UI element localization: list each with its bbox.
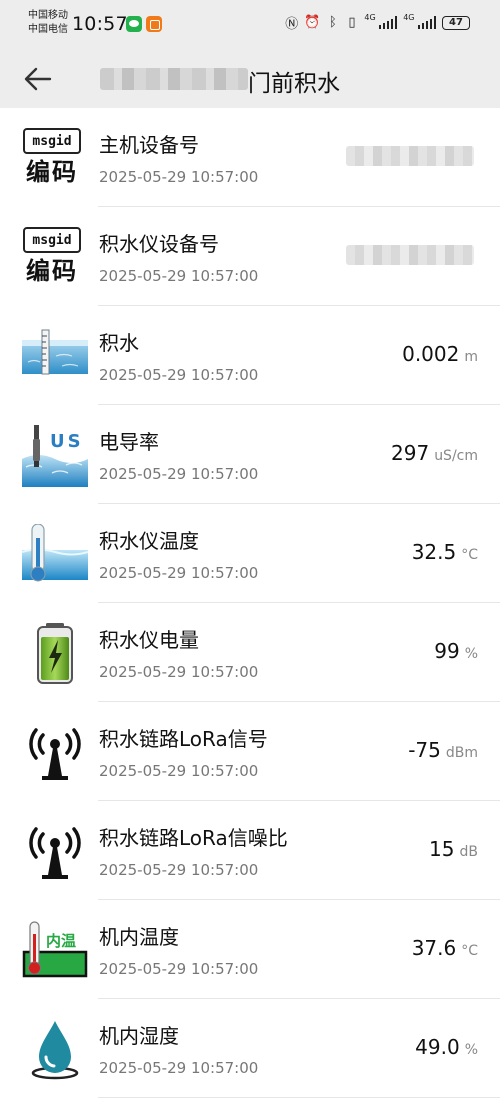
item-reading: 0.002 m bbox=[402, 342, 478, 366]
item-name: 机内温度 bbox=[99, 925, 179, 949]
network-type-2: 4G bbox=[403, 13, 415, 22]
item-reading: 37.6 °C bbox=[412, 936, 478, 960]
item-value: 32.5 bbox=[411, 540, 457, 564]
item-time: 2025-05-29 10:57:00 bbox=[99, 960, 259, 978]
item-name: 主机设备号 bbox=[99, 133, 199, 157]
item-unit: °C bbox=[461, 943, 478, 959]
item-name: 积水仪设备号 bbox=[99, 232, 219, 256]
water-drop-icon bbox=[31, 1021, 79, 1080]
sensor-list: msgid 编码 主机设备号 2025-05-29 10:57:00 msgid… bbox=[0, 108, 500, 1098]
item-name: 积水链路LoRa信噪比 bbox=[99, 826, 288, 850]
list-item-sensor-device-id[interactable]: msgid 编码 积水仪设备号 2025-05-29 10:57:00 bbox=[0, 207, 500, 306]
item-unit: °C bbox=[461, 547, 478, 563]
water-thermometer-icon bbox=[22, 524, 88, 582]
carrier-labels: 中国移动 中国电信 bbox=[28, 9, 68, 37]
item-reading: 99 % bbox=[434, 639, 478, 663]
network-type-1: 4G bbox=[364, 13, 376, 22]
app-header: 门前积水 bbox=[0, 50, 500, 108]
wechat-notification-icon bbox=[126, 16, 142, 32]
value-redacted-area bbox=[346, 245, 474, 265]
list-item-host-device-id[interactable]: msgid 编码 主机设备号 2025-05-29 10:57:00 bbox=[0, 108, 500, 207]
item-reading: 15 dB bbox=[429, 837, 478, 861]
antenna-icon bbox=[29, 728, 81, 780]
list-item-sensor-temperature[interactable]: 积水仪温度 2025-05-29 10:57:00 32.5 °C bbox=[0, 504, 500, 603]
item-time: 2025-05-29 10:57:00 bbox=[99, 861, 259, 879]
list-item-internal-temperature[interactable]: 内温 机内温度 2025-05-29 10:57:00 37.6 °C bbox=[0, 900, 500, 999]
item-unit: dB bbox=[459, 844, 479, 860]
status-bar: 中国移动 中国电信 10:57 Ⓝ ⏰ ᛒ ▯ 4G 4G 47 bbox=[0, 0, 500, 50]
item-reading: 297 uS/cm bbox=[391, 441, 478, 465]
item-time: 2025-05-29 10:57:00 bbox=[99, 1059, 259, 1077]
item-value: 15 bbox=[429, 837, 455, 861]
title-redacted-area bbox=[100, 68, 248, 90]
item-time: 2025-05-29 10:57:00 bbox=[99, 366, 259, 384]
item-unit: % bbox=[464, 646, 478, 662]
list-item-sensor-battery[interactable]: 积水仪电量 2025-05-29 10:57:00 99 % bbox=[0, 603, 500, 702]
list-item-water-level[interactable]: 积水 2025-05-29 10:57:00 0.002 m bbox=[0, 306, 500, 405]
conductivity-icon: US bbox=[22, 425, 88, 487]
item-time: 2025-05-29 10:57:00 bbox=[99, 762, 259, 780]
msgid-code-icon: msgid 编码 bbox=[22, 227, 82, 289]
list-item-conductivity[interactable]: US 电导率 2025-05-29 10:57:00 297 uS/cm bbox=[0, 405, 500, 504]
back-arrow-icon[interactable] bbox=[24, 66, 52, 92]
list-item-lora-snr[interactable]: 积水链路LoRa信噪比 2025-05-29 10:57:00 15 dB bbox=[0, 801, 500, 900]
carrier-1: 中国移动 bbox=[28, 10, 68, 21]
item-reading: 49.0 % bbox=[415, 1035, 478, 1059]
water-level-icon bbox=[22, 329, 88, 375]
item-value: 37.6 bbox=[411, 936, 457, 960]
item-value: 0.002 bbox=[402, 342, 460, 366]
list-item-internal-humidity[interactable]: 机内湿度 2025-05-29 10:57:00 49.0 % bbox=[0, 999, 500, 1098]
item-time: 2025-05-29 10:57:00 bbox=[99, 168, 259, 186]
code-icon-cn: 编码 bbox=[26, 257, 78, 285]
item-time: 2025-05-29 10:57:00 bbox=[99, 267, 259, 285]
battery-charge-icon bbox=[37, 623, 73, 684]
vibrate-icon: ▯ bbox=[348, 15, 356, 30]
item-name: 积水仪电量 bbox=[99, 628, 199, 652]
bluetooth-icon: ᛒ bbox=[329, 15, 337, 30]
item-name: 积水链路LoRa信号 bbox=[99, 727, 268, 751]
item-reading: -75 dBm bbox=[408, 738, 478, 762]
status-time: 10:57 bbox=[72, 13, 128, 35]
item-value: -75 bbox=[408, 738, 441, 762]
item-time: 2025-05-29 10:57:00 bbox=[99, 564, 259, 582]
item-unit: uS/cm bbox=[434, 448, 478, 464]
item-name: 积水仪温度 bbox=[99, 529, 199, 553]
internal-temp-icon: 内温 bbox=[22, 921, 88, 978]
internal-temp-icon-text: 内温 bbox=[46, 932, 76, 950]
code-icon-cn: 编码 bbox=[26, 158, 78, 186]
nfc-icon: Ⓝ bbox=[285, 17, 299, 32]
item-time: 2025-05-29 10:57:00 bbox=[99, 663, 259, 681]
system-icons: Ⓝ ⏰ ᛒ ▯ 4G 4G 47 bbox=[285, 13, 470, 32]
signal-1-icon bbox=[378, 16, 398, 29]
item-unit: % bbox=[464, 1042, 478, 1058]
battery-icon: 47 bbox=[442, 15, 470, 30]
carrier-2: 中国电信 bbox=[28, 24, 68, 35]
item-value: 99 bbox=[434, 639, 460, 663]
antenna-icon bbox=[29, 827, 81, 879]
item-value: 297 bbox=[391, 441, 430, 465]
item-reading: 32.5 °C bbox=[412, 540, 478, 564]
item-unit: m bbox=[464, 349, 478, 365]
app-notification-icon bbox=[146, 16, 162, 32]
item-name: 电导率 bbox=[99, 430, 159, 454]
item-unit: dBm bbox=[445, 745, 478, 761]
conductivity-icon-text: US bbox=[50, 431, 84, 452]
item-time: 2025-05-29 10:57:00 bbox=[99, 465, 259, 483]
code-icon-label: msgid bbox=[23, 128, 81, 154]
signal-2-icon bbox=[417, 16, 436, 29]
item-name: 积水 bbox=[99, 331, 139, 355]
alarm-icon: ⏰ bbox=[304, 15, 321, 30]
value-redacted-area bbox=[346, 146, 474, 166]
page-title: 门前积水 bbox=[248, 71, 340, 97]
item-value: 49.0 bbox=[415, 1035, 460, 1059]
item-name: 机内湿度 bbox=[99, 1024, 179, 1048]
code-icon-label: msgid bbox=[23, 227, 81, 253]
list-item-lora-signal[interactable]: 积水链路LoRa信号 2025-05-29 10:57:00 -75 dBm bbox=[0, 702, 500, 801]
msgid-code-icon: msgid 编码 bbox=[22, 128, 82, 190]
